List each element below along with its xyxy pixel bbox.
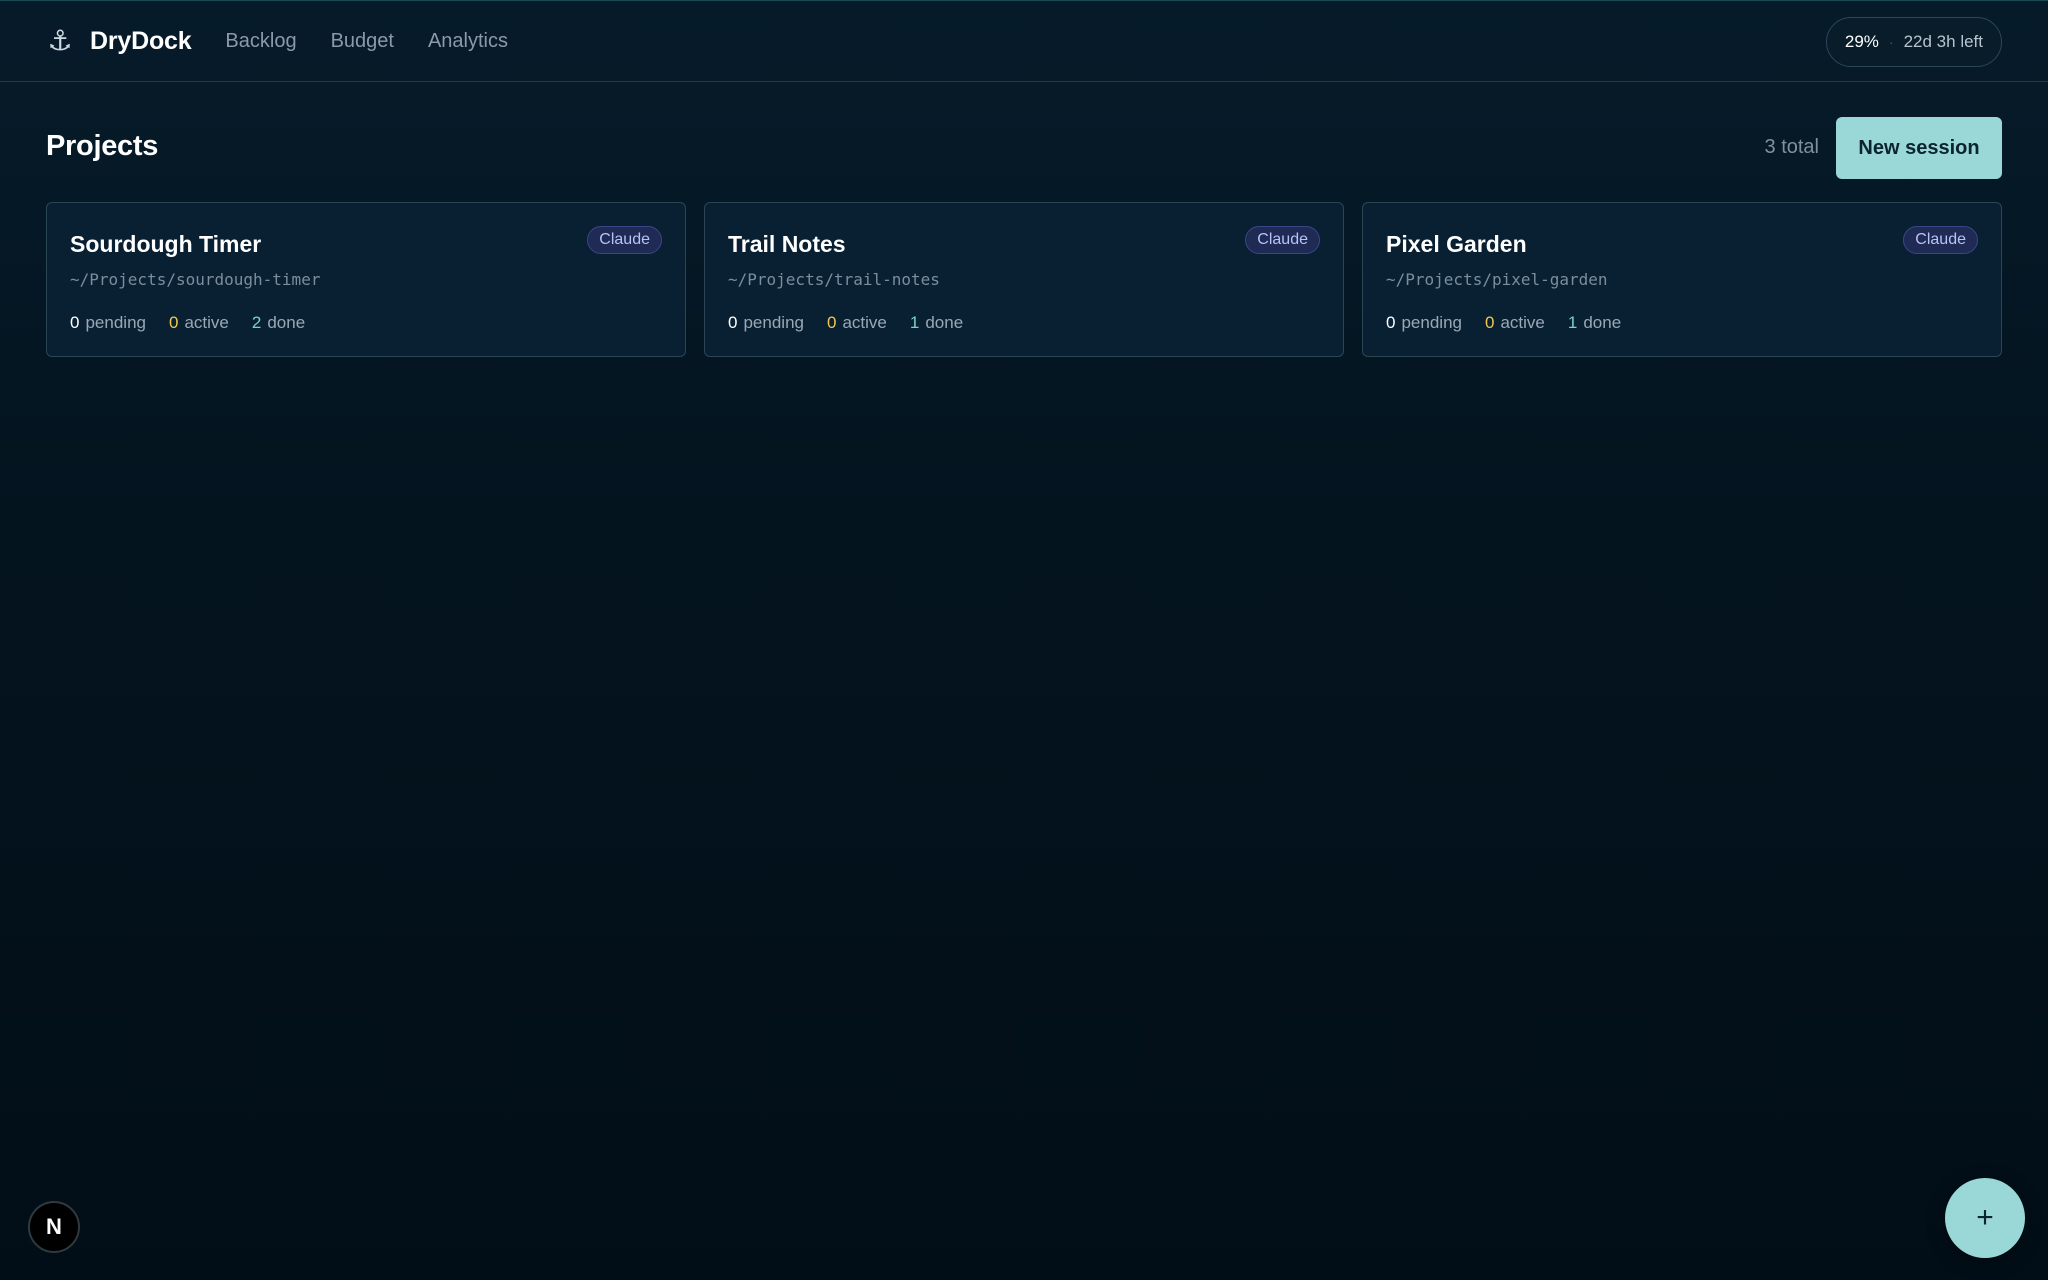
anchor-icon: ⚓ — [47, 25, 73, 56]
done-label: done — [1583, 313, 1622, 332]
project-path: ~/Projects/pixel-garden — [1386, 270, 1608, 289]
usage-percent: 29% — [1844, 32, 1879, 51]
project-card-list: Sourdough Timer ~/Projects/sourdough-tim… — [46, 202, 2002, 357]
pending-count: 0 — [1386, 313, 1396, 332]
agent-badge: Claude — [1903, 226, 1978, 254]
project-stats: 0 pending 0 active 2 done — [70, 313, 661, 333]
project-path: ~/Projects/sourdough-timer — [70, 270, 321, 289]
usage-separator: · — [1888, 34, 1894, 50]
done-stat: 2 done — [252, 313, 305, 333]
done-label: done — [925, 313, 964, 332]
dev-tools-n-icon[interactable]: N — [28, 1201, 80, 1253]
project-card[interactable]: Pixel Garden ~/Projects/pixel-garden Cla… — [1362, 202, 2002, 357]
pending-label: pending — [743, 313, 804, 332]
nav-link-analytics[interactable]: Analytics — [428, 30, 508, 53]
agent-badge: Claude — [1245, 226, 1320, 254]
done-stat: 1 done — [910, 313, 963, 333]
active-label: active — [184, 313, 229, 332]
agent-badge: Claude — [587, 226, 662, 254]
top-nav-bar: ⚓ DryDock Backlog Budget Analytics 29% ·… — [0, 0, 2048, 82]
usage-time-left: 22d 3h left — [1903, 32, 1983, 51]
project-path: ~/Projects/trail-notes — [728, 270, 940, 289]
plus-icon: + — [1976, 1201, 1994, 1234]
add-fab-button[interactable]: + — [1945, 1178, 2025, 1258]
pending-stat: 0 pending — [728, 313, 804, 333]
project-card[interactable]: Trail Notes ~/Projects/trail-notes Claud… — [704, 202, 1344, 357]
pending-stat: 0 pending — [1386, 313, 1462, 333]
page-title: Projects — [46, 130, 159, 162]
active-stat: 0 active — [1485, 313, 1545, 333]
pending-count: 0 — [70, 313, 80, 332]
active-label: active — [1500, 313, 1545, 332]
usage-pill[interactable]: 29% · 22d 3h left — [1825, 17, 2002, 67]
project-card[interactable]: Sourdough Timer ~/Projects/sourdough-tim… — [46, 202, 686, 357]
brand-name: DryDock — [90, 26, 192, 55]
project-stats: 0 pending 0 active 1 done — [728, 313, 1319, 333]
pending-stat: 0 pending — [70, 313, 146, 333]
project-name: Sourdough Timer — [70, 231, 262, 257]
nav-link-budget[interactable]: Budget — [331, 30, 394, 53]
pending-label: pending — [85, 313, 146, 332]
new-session-button[interactable]: New session — [1836, 117, 2002, 179]
project-stats: 0 pending 0 active 1 done — [1386, 313, 1977, 333]
done-count: 2 — [251, 313, 262, 332]
project-total-count: 3 total — [1764, 136, 1819, 158]
done-count: 1 — [1567, 313, 1578, 332]
done-label: done — [267, 313, 306, 332]
done-count: 1 — [909, 313, 920, 332]
main-nav: Backlog Budget Analytics — [225, 30, 542, 53]
brand[interactable]: ⚓ DryDock — [46, 27, 191, 56]
active-label: active — [842, 313, 887, 332]
project-name: Trail Notes — [728, 231, 846, 257]
nav-link-backlog[interactable]: Backlog — [225, 30, 296, 53]
active-stat: 0 active — [827, 313, 887, 333]
active-count: 0 — [168, 313, 179, 332]
active-stat: 0 active — [169, 313, 229, 333]
active-count: 0 — [826, 313, 837, 332]
pending-label: pending — [1401, 313, 1462, 332]
active-count: 0 — [1484, 313, 1495, 332]
project-name: Pixel Garden — [1386, 231, 1527, 257]
pending-count: 0 — [728, 313, 738, 332]
done-stat: 1 done — [1568, 313, 1621, 333]
